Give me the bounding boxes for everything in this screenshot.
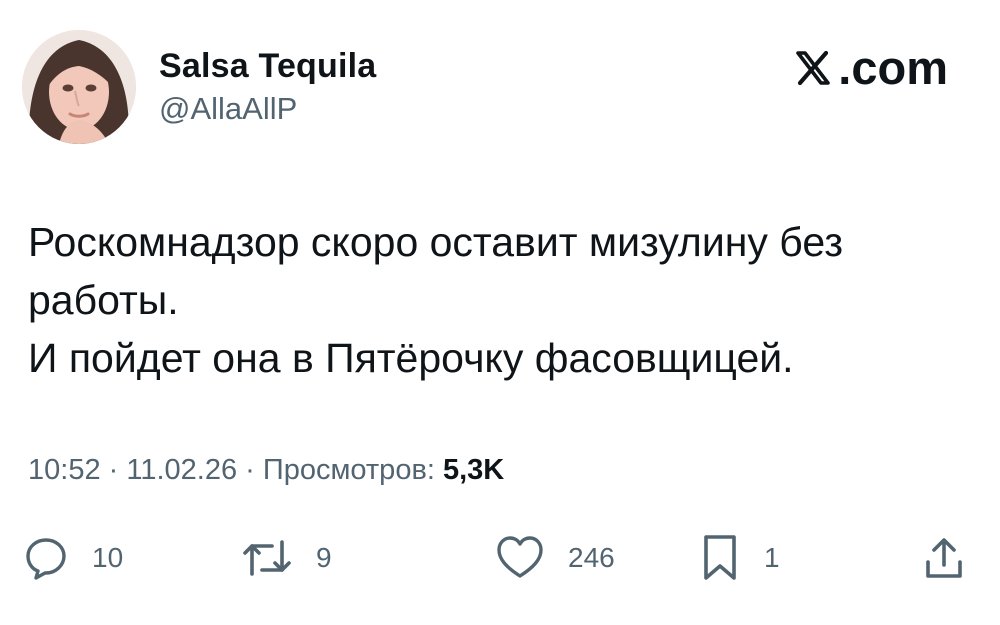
tweet-line: И пойдет она в Пятёрочку фасовщицей. [28,335,794,381]
repost-count: 9 [316,542,332,573]
repost-button[interactable]: 9 [240,530,332,586]
reply-icon [26,538,66,580]
x-logo-icon [796,50,831,86]
repost-icon [243,540,291,576]
share-icon [926,538,962,578]
views-count: 5,3K [442,454,505,486]
views-label: Просмотров: [262,454,435,486]
tweet-date: 11.02.26 [126,454,238,486]
author-display-name[interactable]: Salsa Tequila [159,44,376,88]
meta-separator: · [237,454,263,486]
reply-count: 10 [92,542,124,573]
bookmark-count: 1 [764,542,780,573]
tweet-meta: 10:52 · 11.02.26 · Просмотров: 5,3K [28,450,504,490]
tweet-text: Роскомнадзор скоро оставит мизулину без … [28,213,958,387]
bookmark-button[interactable]: 1 [698,530,780,586]
author-handle[interactable]: @AllaAllP [159,89,297,129]
tweet-time: 10:52 [28,454,101,486]
avatar[interactable] [22,30,136,144]
profile-avatar-icon [22,30,136,144]
tweet-line: Роскомнадзор скоро оставит мизулину без [28,219,844,265]
brand-label: .com [838,41,948,94]
share-button[interactable] [920,530,968,586]
tweet-line: работы. [28,277,179,323]
brand: .com [794,41,948,95]
reply-button[interactable]: 10 [22,530,123,586]
tweet-actions: 10 9 246 1 [22,530,972,586]
like-button[interactable]: 246 [494,530,615,586]
heart-icon [497,536,543,578]
meta-separator: · [100,454,127,486]
bookmark-icon [704,535,736,580]
like-count: 246 [568,542,615,573]
